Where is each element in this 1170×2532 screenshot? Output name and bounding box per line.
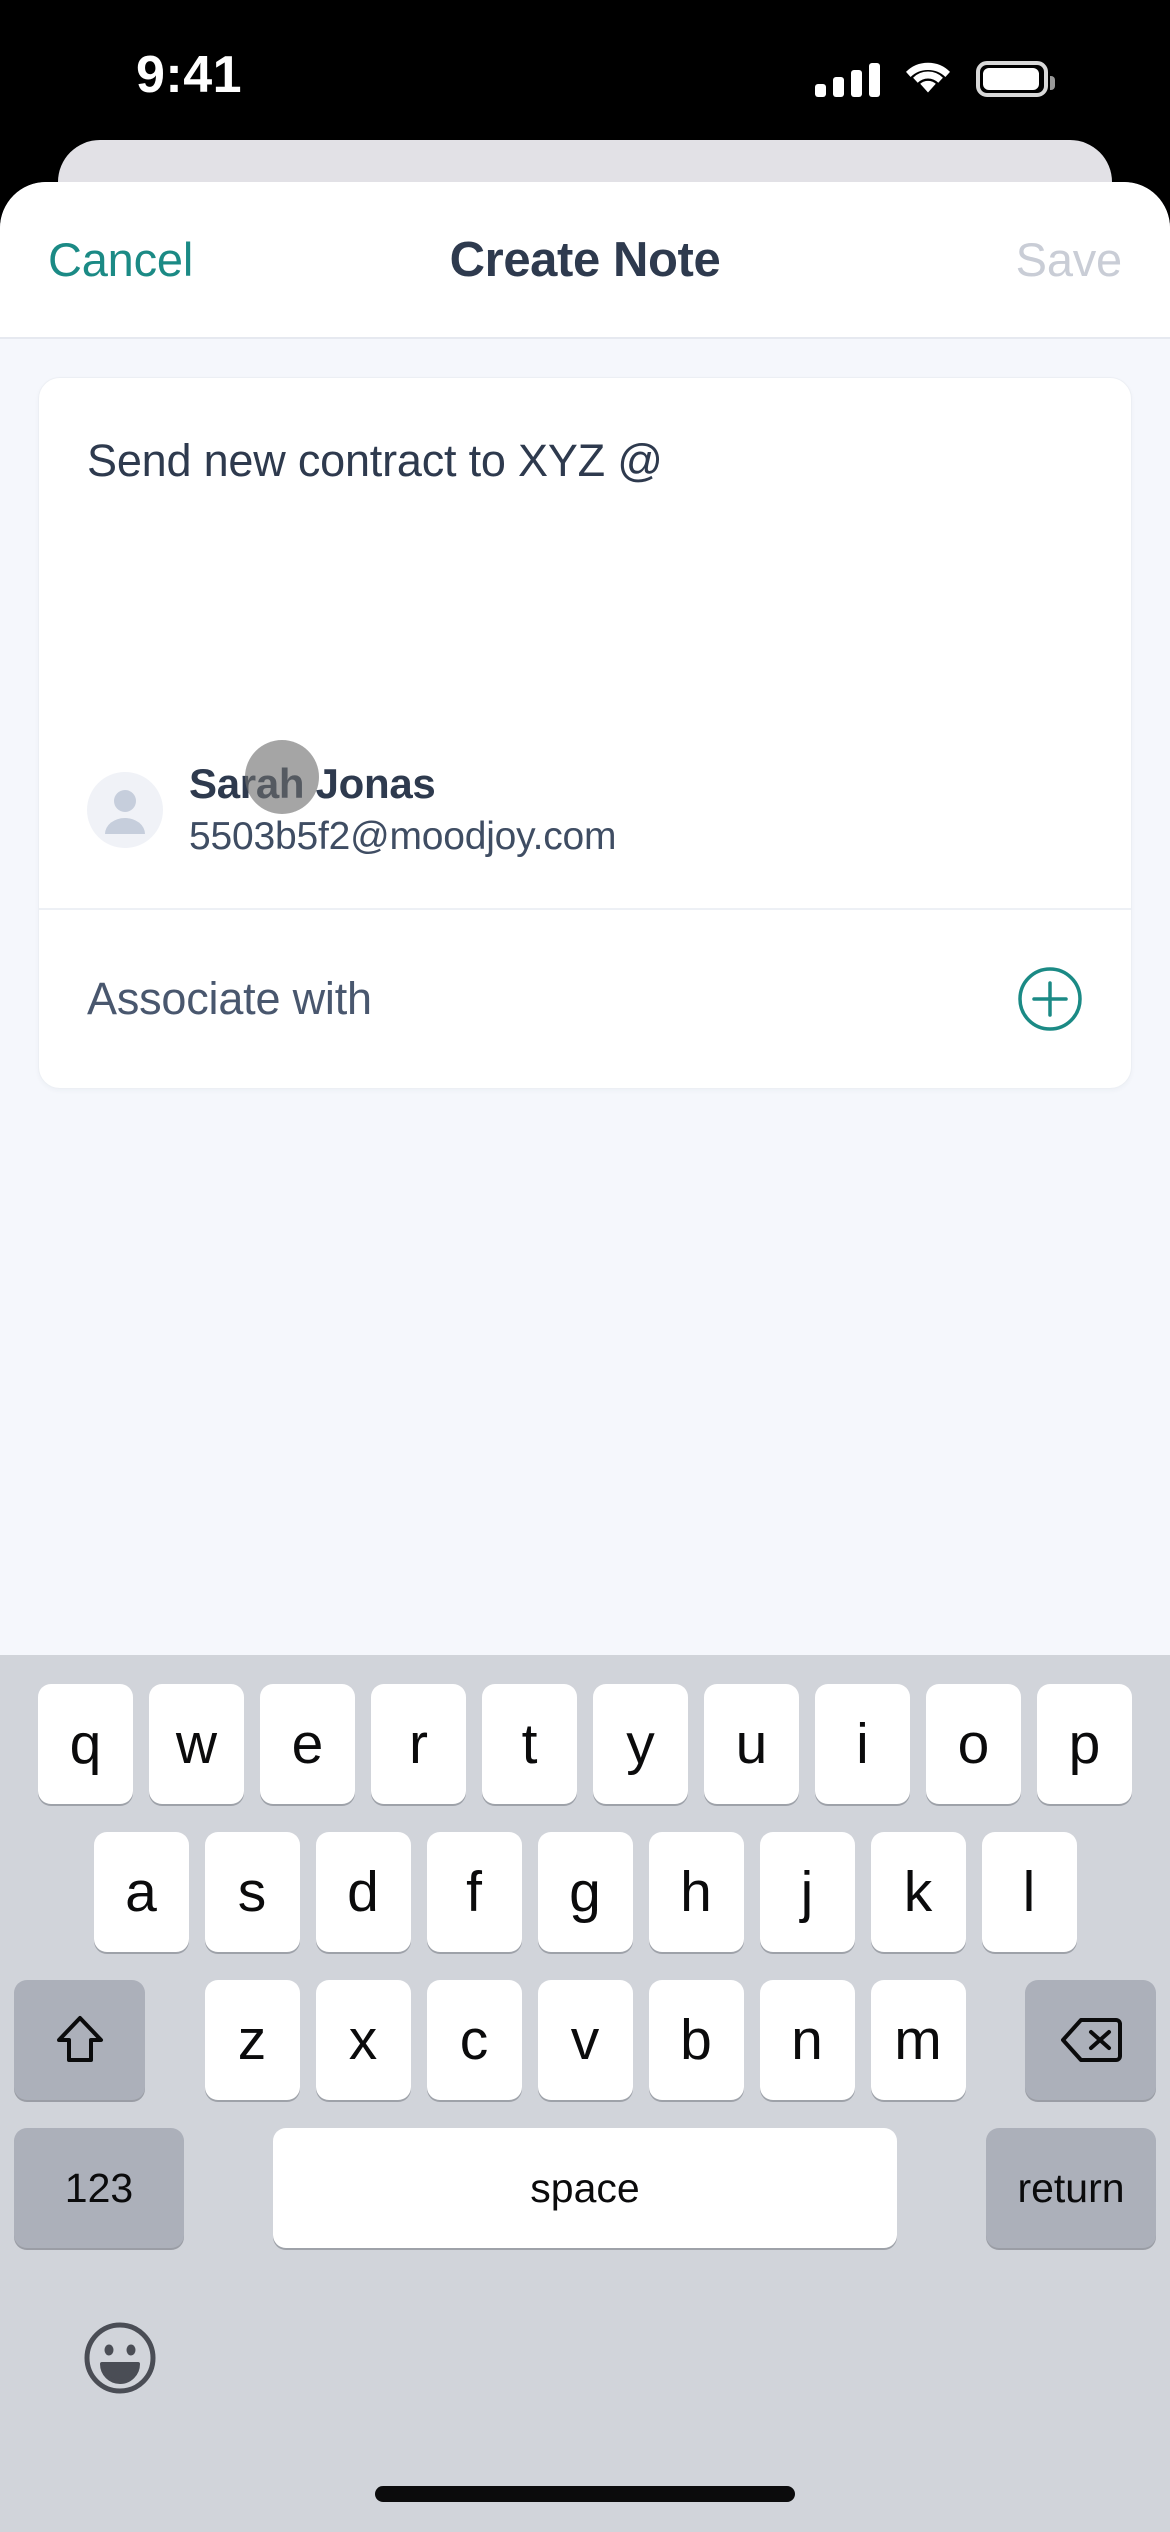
space-key[interactable]: space [273,2128,897,2248]
note-text-area[interactable]: Send new contract to XYZ @ [39,378,1131,758]
key-g[interactable]: g [537,1832,633,1952]
wifi-icon [904,62,952,97]
key-x[interactable]: x [315,1980,411,2100]
navigation-header: Cancel Create Note Save [0,182,1170,339]
return-key[interactable]: return [986,2128,1156,2248]
key-i[interactable]: i [815,1684,910,1804]
key-s[interactable]: s [204,1832,300,1952]
status-bar: 9:41 [0,0,1170,148]
plus-circle-icon[interactable] [1017,966,1083,1032]
key-e[interactable]: e [260,1684,355,1804]
keyboard-row-2: a s d f g h j k l [0,1832,1170,1952]
battery-icon [976,61,1055,97]
keyboard-row-3: z x c v b n m [0,1980,1170,2100]
create-note-sheet: Cancel Create Note Save Send new contrac… [0,182,1170,2532]
key-u[interactable]: u [704,1684,799,1804]
onscreen-keyboard: q w e r t y u i o p a s d f g h j k l z … [0,1655,1170,2532]
numeric-mode-key[interactable]: 123 [14,2128,184,2248]
key-r[interactable]: r [371,1684,466,1804]
status-bar-icons [815,55,1055,97]
person-avatar-icon [87,772,163,848]
key-o[interactable]: o [926,1684,1021,1804]
home-indicator[interactable] [375,2486,795,2502]
associate-with-label: Associate with [87,973,372,1024]
key-q[interactable]: q [38,1684,133,1804]
status-bar-time: 9:41 [136,46,243,104]
cellular-signal-icon [815,63,880,97]
mention-suggestion-row[interactable]: Sarah Jonas 5503b5f2@moodjoy.com [39,740,1131,910]
page-title: Create Note [449,232,721,287]
keyboard-row-1: q w e r t y u i o p [0,1684,1170,1804]
emoji-smiley-icon[interactable] [82,2320,158,2396]
key-p[interactable]: p [1037,1684,1132,1804]
key-y[interactable]: y [593,1684,688,1804]
key-d[interactable]: d [315,1832,411,1952]
key-c[interactable]: c [426,1980,522,2100]
note-content-area: Send new contract to XYZ @ Sarah Jonas 5… [0,339,1170,1655]
shift-arrow-icon[interactable] [14,1980,145,2100]
key-t[interactable]: t [482,1684,577,1804]
note-card: Send new contract to XYZ @ Sarah Jonas 5… [38,377,1132,1089]
phone-screen: 9:41 Cancel Create Note Save Send new co… [0,0,1170,2532]
key-h[interactable]: h [648,1832,744,1952]
key-n[interactable]: n [759,1980,855,2100]
save-button[interactable]: Save [1016,232,1123,287]
key-k[interactable]: k [870,1832,966,1952]
key-a[interactable]: a [93,1832,189,1952]
key-b[interactable]: b [648,1980,744,2100]
key-z[interactable]: z [204,1980,300,2100]
key-m[interactable]: m [870,1980,966,2100]
key-f[interactable]: f [426,1832,522,1952]
key-v[interactable]: v [537,1980,633,2100]
note-input-value: Send new contract to XYZ @ [87,435,663,486]
associate-with-row[interactable]: Associate with [39,910,1131,1088]
key-w[interactable]: w [149,1684,244,1804]
keyboard-row-4: 123 space return [0,2128,1170,2248]
key-l[interactable]: l [981,1832,1077,1952]
backspace-delete-icon[interactable] [1025,1980,1156,2100]
mention-contact-email: 5503b5f2@moodjoy.com [189,815,617,858]
key-j[interactable]: j [759,1832,855,1952]
touch-tap-indicator [245,740,319,814]
